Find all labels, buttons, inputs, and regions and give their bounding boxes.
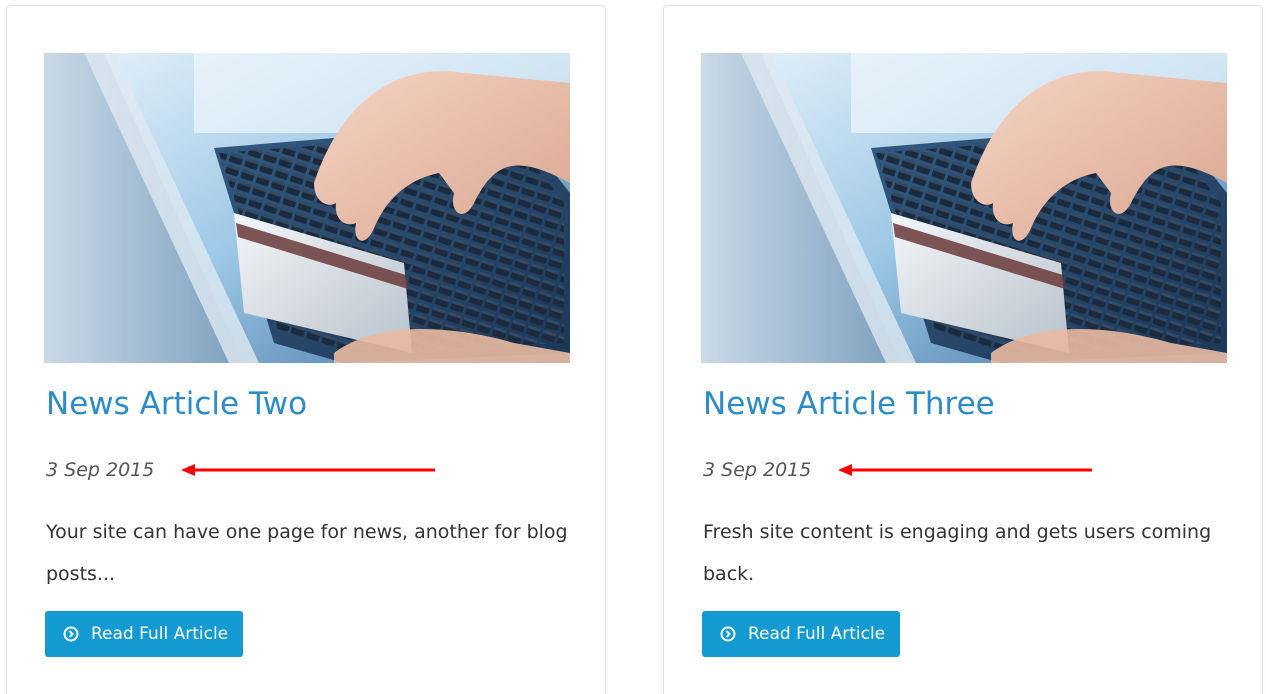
article-card: News Article Three 3 Sep 2015 Fresh site… <box>663 5 1263 694</box>
laptop-credit-card-photo <box>701 53 1227 363</box>
article-title[interactable]: News Article Two <box>46 384 307 424</box>
read-full-article-button[interactable]: Read Full Article <box>45 611 244 657</box>
article-date: 3 Sep 2015 <box>703 459 812 481</box>
button-label: Read Full Article <box>91 624 229 644</box>
news-articles-grid: News Article Two 3 Sep 2015 Your site ca… <box>0 0 1266 694</box>
annotation-arrow-icon <box>181 464 435 476</box>
circle-arrow-right-icon <box>720 626 736 642</box>
article-date: 3 Sep 2015 <box>46 459 155 481</box>
article-card: News Article Two 3 Sep 2015 Your site ca… <box>6 5 606 694</box>
article-excerpt: Fresh site content is engaging and gets … <box>703 521 1212 585</box>
read-full-article-button[interactable]: Read Full Article <box>702 611 901 657</box>
annotation-arrow-icon <box>838 464 1092 476</box>
article-title[interactable]: News Article Three <box>703 384 995 424</box>
article-thumbnail[interactable] <box>701 53 1227 363</box>
article-excerpt: Your site can have one page for news, an… <box>46 521 568 585</box>
article-thumbnail[interactable] <box>44 53 570 363</box>
button-label: Read Full Article <box>748 624 886 644</box>
circle-arrow-right-icon <box>63 626 79 642</box>
laptop-credit-card-photo <box>44 53 570 363</box>
